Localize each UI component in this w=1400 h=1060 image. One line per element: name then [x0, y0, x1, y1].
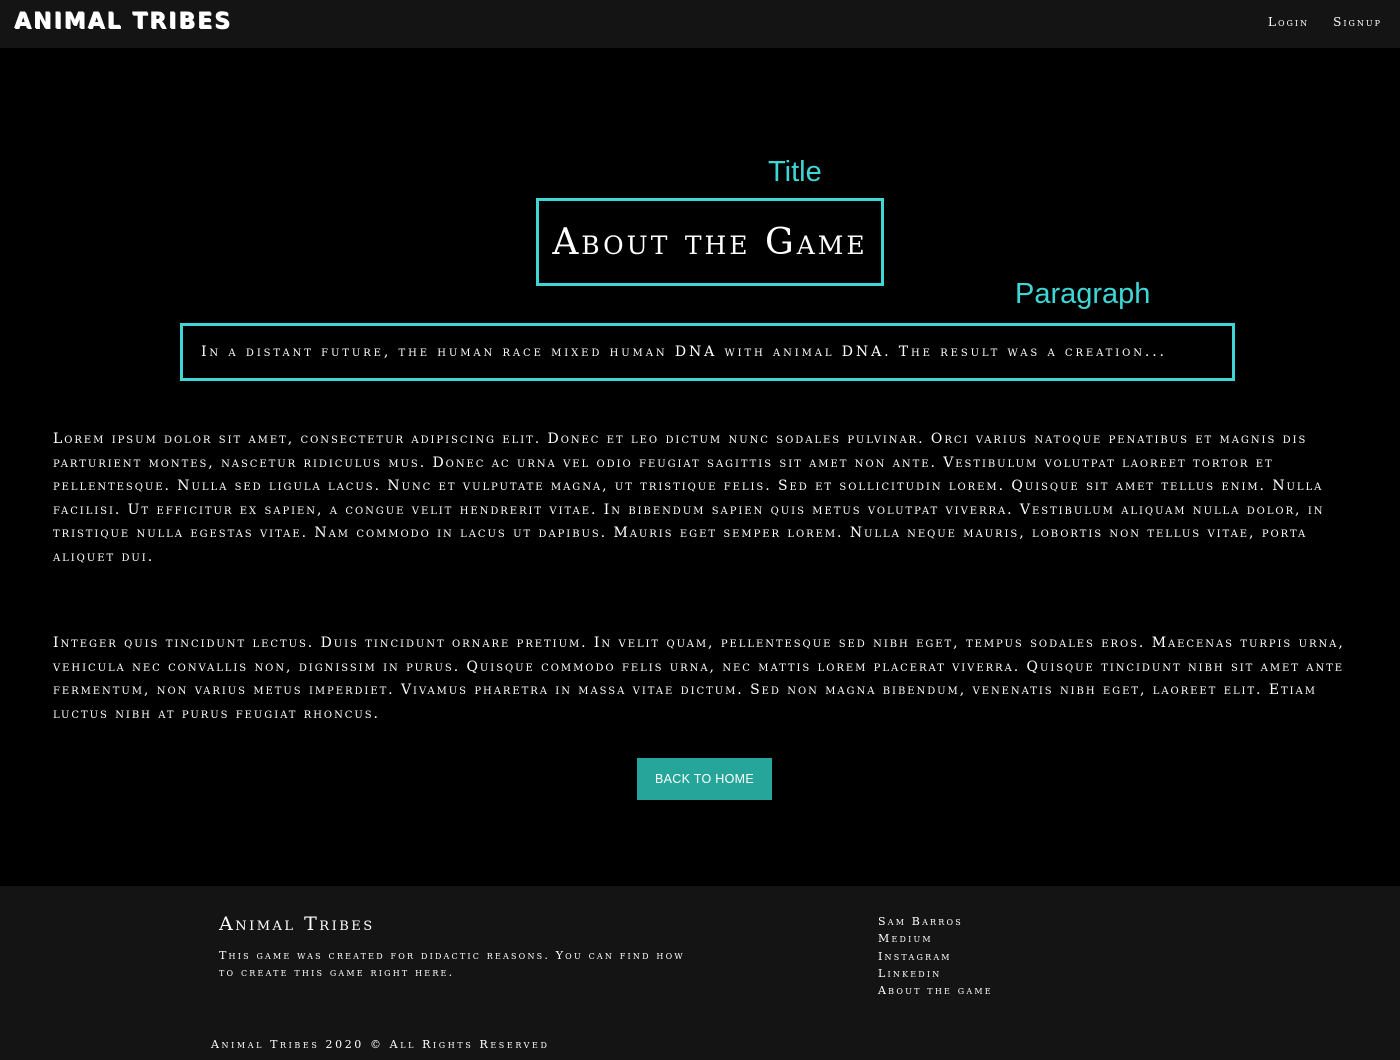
copyright-text: Animal Tribes 2020 © All Rights Reserved [211, 1038, 550, 1051]
back-to-home-button[interactable]: BACK TO HOME [637, 758, 772, 800]
login-link[interactable]: Login [1268, 15, 1309, 29]
body-paragraph-2: Integer quis tincidunt lectus. Duis tinc… [53, 635, 1345, 722]
footer-links: Sam Barros Medium Instagram Linkedin Abo… [878, 913, 993, 999]
footer-link-sam-barros[interactable]: Sam Barros [878, 913, 993, 930]
annotation-title-box: About the Game [536, 198, 884, 286]
body-paragraph-1: Lorem ipsum dolor sit amet, consectetur … [53, 431, 1325, 565]
navbar: ANIMAL TRIBES Login Signup [0, 0, 1400, 48]
footer-description: This game was created for didactic reaso… [219, 949, 685, 979]
annotation-title-label: Title [768, 156, 822, 188]
footer-link-instagram[interactable]: Instagram [878, 948, 993, 965]
page-title: About the Game [552, 221, 868, 263]
intro-paragraph: In a distant future, the human race mixe… [201, 344, 1167, 360]
brand-logo[interactable]: ANIMAL TRIBES [14, 9, 232, 34]
footer-link-medium[interactable]: Medium [878, 930, 993, 947]
annotation-paragraph-box: In a distant future, the human race mixe… [180, 323, 1235, 381]
nav-links: Login Signup [1268, 15, 1382, 29]
footer: Animal Tribes This game was created for … [0, 886, 1400, 1060]
footer-title: Animal Tribes [219, 913, 375, 935]
signup-link[interactable]: Signup [1333, 15, 1382, 29]
footer-link-about-the-game[interactable]: About the game [878, 982, 993, 999]
footer-link-linkedin[interactable]: Linkedin [878, 965, 993, 982]
annotation-paragraph-label: Paragraph [1015, 278, 1151, 310]
